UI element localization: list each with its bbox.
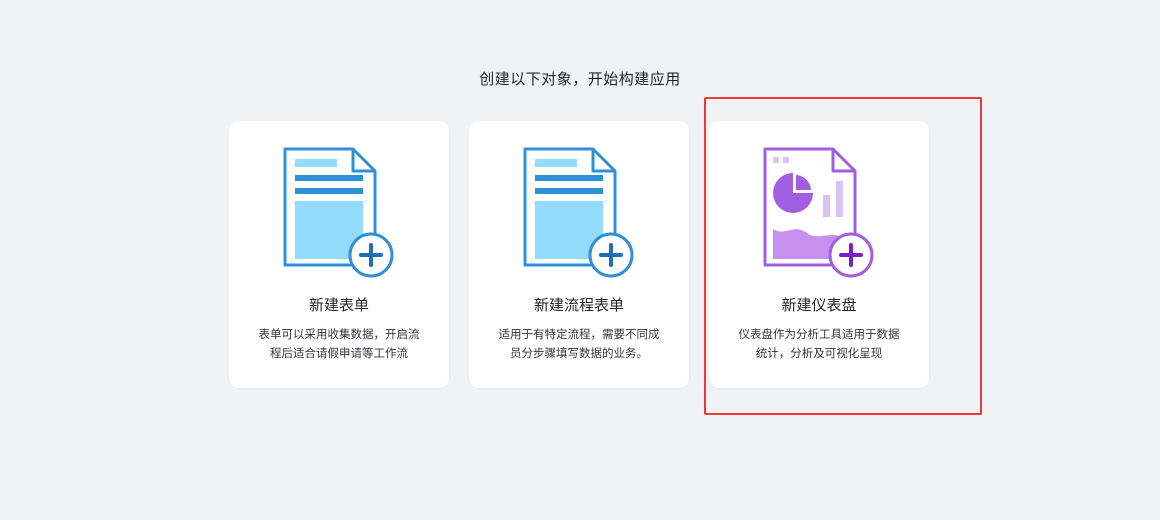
card-description: 表单可以采用收集数据，开启流程后适合请假申请等工作流: [258, 327, 420, 360]
card-title: 新建仪表盘: [781, 296, 857, 314]
page-heading: 创建以下对象，开始构建应用: [479, 70, 681, 88]
card-description: 仪表盘作为分析工具适用于数据统计，分析及可视化呈现: [738, 327, 900, 360]
new-dashboard-card[interactable]: 新建仪表盘 仪表盘作为分析工具适用于数据统计，分析及可视化呈现: [709, 121, 929, 388]
new-process-form-card[interactable]: 新建流程表单 适用于有特定流程，需要不同成员分步骤填写数据的业务。: [469, 121, 689, 388]
process-form-doc-plus-icon: [523, 147, 634, 278]
dashboard-doc-plus-icon: [763, 147, 874, 278]
form-doc-plus-icon: [283, 147, 394, 278]
card-description: 适用于有特定流程，需要不同成员分步骤填写数据的业务。: [498, 327, 660, 360]
card-title: 新建表单: [308, 296, 369, 314]
new-form-card[interactable]: 新建表单 表单可以采用收集数据，开启流程后适合请假申请等工作流: [229, 121, 449, 388]
card-title: 新建流程表单: [533, 296, 624, 314]
